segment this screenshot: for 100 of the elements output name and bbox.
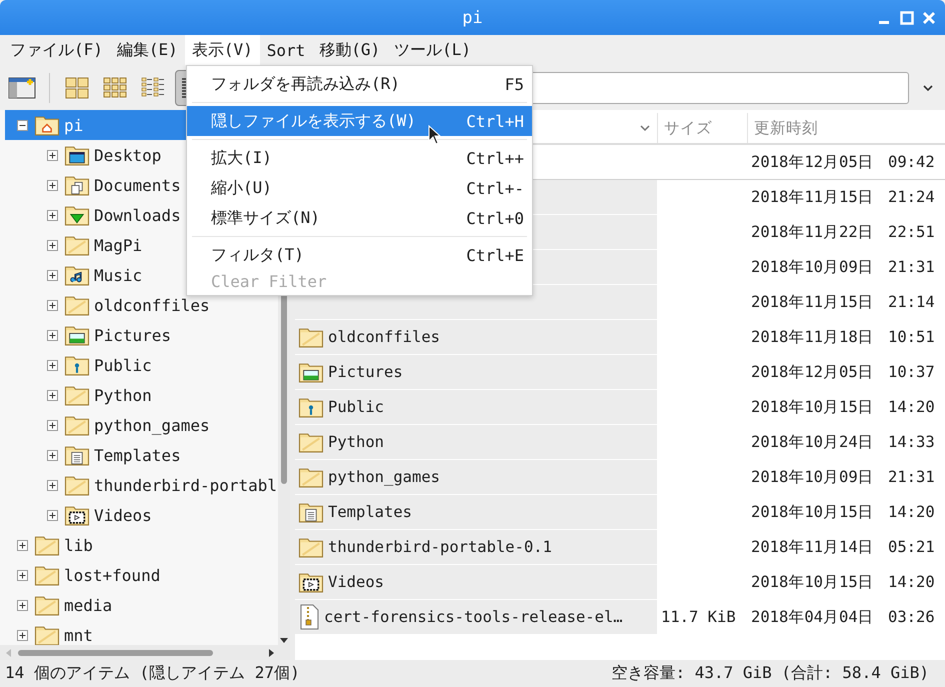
close-icon[interactable] xyxy=(921,10,937,26)
file-row[interactable]: Videos 2018年10月15日 14:20 xyxy=(295,565,945,600)
folder-icon xyxy=(298,466,324,488)
tree-item[interactable]: oldconffiles xyxy=(5,290,278,320)
modified-time: 2018年11月14日 05:21 xyxy=(751,536,935,558)
tree-item[interactable]: Public xyxy=(5,350,278,380)
folder-icon xyxy=(64,474,90,496)
modified-time: 2018年10月24日 14:33 xyxy=(751,432,935,452)
maximize-icon[interactable] xyxy=(899,10,915,26)
menu-option[interactable]: フィルタ(T) Ctrl+E xyxy=(187,240,532,270)
menu-item[interactable]: 表示(V) xyxy=(184,35,260,65)
file-row[interactable]: cert-forensics-tools-release-el… 11.7 KiB 2018年04月04日 03:26 xyxy=(295,600,945,635)
menu-option[interactable]: 標準サイズ(N) Ctrl+0 xyxy=(187,203,532,233)
collapse-icon[interactable] xyxy=(17,120,28,130)
file-size: 11.7 KiB xyxy=(661,608,736,626)
menu-option[interactable]: 拡大(I) Ctrl++ xyxy=(187,143,532,173)
folder-icon xyxy=(64,414,90,436)
documents-folder-icon xyxy=(64,174,90,196)
expand-icon[interactable] xyxy=(17,600,28,610)
public-folder-icon xyxy=(64,354,90,376)
tree-item[interactable]: Python xyxy=(5,380,278,410)
file-name[interactable]: python_games xyxy=(328,468,440,486)
item-count: 14 個のアイテム (隠しアイテム 27個) xyxy=(5,663,300,684)
expand-icon[interactable] xyxy=(17,570,28,580)
expand-icon[interactable] xyxy=(47,510,58,520)
compact-list-view-icon xyxy=(141,76,165,98)
pictures-folder-icon xyxy=(298,361,324,383)
home-folder-icon xyxy=(34,114,60,136)
folder-icon xyxy=(34,594,60,616)
new-window-icon xyxy=(8,76,36,100)
expand-icon[interactable] xyxy=(47,330,58,340)
archive-file-icon xyxy=(298,604,320,630)
tree-item[interactable]: Videos xyxy=(5,500,278,530)
modified-time: 2018年10月15日 14:20 xyxy=(751,502,935,522)
videos-folder-icon xyxy=(64,504,90,526)
expand-icon[interactable] xyxy=(47,180,58,190)
downloads-folder-icon xyxy=(64,204,90,226)
file-name[interactable]: Templates xyxy=(328,503,412,521)
mouse-pointer-icon xyxy=(428,125,442,145)
menu-option[interactable]: フォルダを再読み込み(R) F5 xyxy=(187,69,532,99)
expand-icon[interactable] xyxy=(47,270,58,280)
file-name[interactable]: Python xyxy=(328,433,384,451)
modified-time: 2018年10月09日 21:31 xyxy=(751,466,935,488)
tree-item[interactable]: media xyxy=(5,590,278,620)
expand-icon[interactable] xyxy=(47,240,58,250)
folder-icon xyxy=(64,384,90,406)
tree-item[interactable]: Templates xyxy=(5,440,278,470)
file-name[interactable]: Public xyxy=(328,398,384,416)
menu-option[interactable]: 縮小(U) Ctrl+- xyxy=(187,173,532,203)
modified-time: 2018年12月05日 10:37 xyxy=(751,362,935,382)
tree-item[interactable]: lost+found xyxy=(5,560,278,590)
menu-option[interactable]: 隠しファイルを表示する(W) Ctrl+H xyxy=(187,106,532,136)
file-name[interactable]: oldconffiles xyxy=(328,328,440,346)
file-name[interactable]: thunderbird-portable-0.1 xyxy=(328,538,552,556)
file-name[interactable]: Videos xyxy=(328,573,384,591)
file-row[interactable]: python_games 2018年10月09日 21:31 xyxy=(295,460,945,495)
folder-icon xyxy=(298,431,324,453)
expand-icon[interactable] xyxy=(47,150,58,160)
expand-icon[interactable] xyxy=(17,540,28,550)
modified-time: 2018年04月04日 03:26 xyxy=(751,606,935,628)
tree-item[interactable]: thunderbird-portabl xyxy=(5,470,278,500)
file-name[interactable]: Pictures xyxy=(328,363,403,381)
modified-time: 2018年11月18日 10:51 xyxy=(751,326,935,348)
desktop-folder-icon xyxy=(64,144,90,166)
templates-folder-icon xyxy=(64,444,90,466)
file-row[interactable]: Public 2018年10月15日 14:20 xyxy=(295,390,945,425)
pictures-folder-icon xyxy=(64,324,90,346)
public-folder-icon xyxy=(298,396,324,418)
modified-time: 2018年11月15日 21:14 xyxy=(751,292,935,312)
tree-item[interactable]: Pictures xyxy=(5,320,278,350)
templates-folder-icon xyxy=(298,501,324,523)
modified-time: 2018年12月05日 09:42 xyxy=(751,152,935,172)
tree-item[interactable]: mnt xyxy=(5,620,278,645)
modified-time: 2018年10月15日 14:20 xyxy=(751,572,935,592)
folder-icon xyxy=(34,534,60,556)
file-row[interactable]: oldconffiles 2018年11月18日 10:51 xyxy=(295,320,945,355)
scroll-right-icon[interactable] xyxy=(266,648,276,658)
expand-icon[interactable] xyxy=(47,450,58,460)
file-row[interactable]: thunderbird-portable-0.1 2018年11月14日 05:21 xyxy=(295,530,945,565)
videos-folder-icon xyxy=(298,571,324,593)
free-space: 空き容量: 43.7 GiB (合計: 58.4 GiB) xyxy=(611,663,929,684)
modified-time: 2018年11月15日 21:24 xyxy=(751,186,935,208)
expand-icon[interactable] xyxy=(17,630,28,640)
file-row[interactable]: Python 2018年10月24日 14:33 xyxy=(295,425,945,460)
file-row[interactable]: Templates 2018年10月15日 14:20 xyxy=(295,495,945,530)
tree-item[interactable]: lib xyxy=(5,530,278,560)
file-row[interactable]: Pictures 2018年12月05日 10:37 xyxy=(295,355,945,390)
expand-icon[interactable] xyxy=(47,420,58,430)
expand-icon[interactable] xyxy=(47,210,58,220)
expand-icon[interactable] xyxy=(47,300,58,310)
expand-icon[interactable] xyxy=(47,390,58,400)
expand-icon[interactable] xyxy=(47,360,58,370)
folder-icon xyxy=(64,294,90,316)
modified-time: 2018年10月15日 14:20 xyxy=(751,396,935,418)
expand-icon[interactable] xyxy=(47,480,58,490)
tree-item[interactable]: python_games xyxy=(5,410,278,440)
window-title: pi xyxy=(462,8,483,28)
file-name[interactable]: cert-forensics-tools-release-el… xyxy=(324,608,623,626)
music-folder-icon xyxy=(64,264,90,286)
folder-icon xyxy=(298,326,324,348)
